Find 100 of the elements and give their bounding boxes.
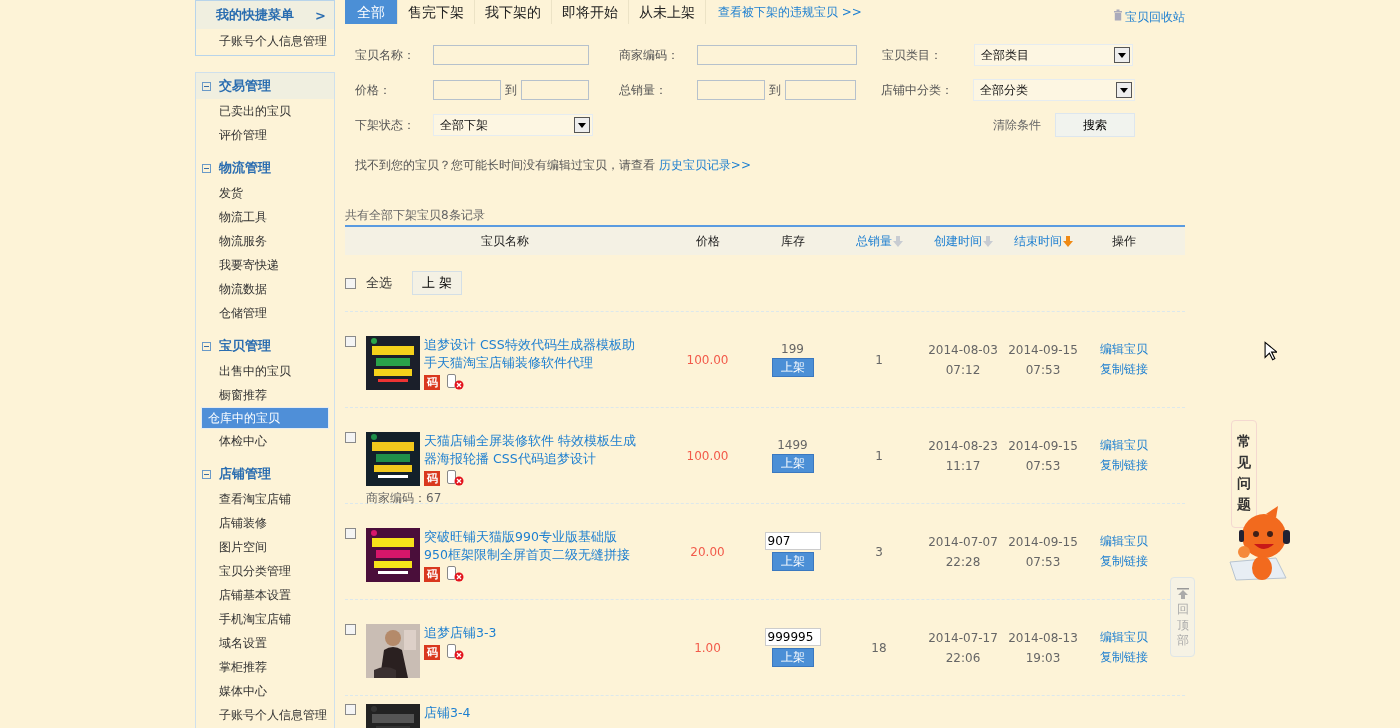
recycle-bin-link[interactable]: 宝贝回收站 — [1125, 8, 1185, 26]
sidebar-item[interactable]: 手机淘宝店铺 — [201, 607, 329, 631]
product-title-link[interactable]: 追梦店铺3-3 — [424, 624, 639, 642]
checkbox[interactable] — [345, 704, 356, 715]
input-field[interactable] — [433, 80, 501, 100]
sidebar-item[interactable]: 已卖出的宝贝 — [201, 99, 329, 123]
phone-disabled-icon — [446, 470, 464, 486]
collapse-icon[interactable] — [202, 163, 211, 173]
search-button[interactable]: 搜索 — [1055, 113, 1135, 137]
list-button[interactable]: 上 架 — [412, 271, 462, 295]
sidebar-item[interactable]: 查看淘宝店铺 — [201, 487, 329, 511]
phone-disabled-icon — [446, 374, 464, 390]
collapse-icon[interactable] — [202, 341, 211, 351]
field-label: 下架状态： — [355, 116, 416, 134]
sidebar-item[interactable]: 媒体中心 — [201, 679, 329, 703]
faq-bubble[interactable]: 常见问题 — [1231, 420, 1257, 528]
stock-input[interactable]: 999995 — [764, 628, 821, 646]
checkbox[interactable] — [345, 277, 356, 289]
caret-icon[interactable] — [574, 117, 590, 133]
shop-category-dropdown[interactable]: 全部分类 — [973, 79, 1135, 101]
sidebar-item[interactable]: 物流数据 — [201, 277, 329, 301]
action-link[interactable]: 编辑宝贝 — [1100, 629, 1148, 646]
input-field[interactable] — [697, 45, 857, 65]
sidebar-item[interactable]: 我要寄快递 — [201, 253, 329, 277]
sales-text: 3 — [874, 544, 884, 559]
sidebar-group-title[interactable]: 物流管理 — [219, 159, 271, 177]
sidebar-group-title[interactable]: 宝贝管理 — [219, 337, 271, 355]
price-text: 100.00 — [685, 352, 730, 367]
product-title-link[interactable]: 天猫店铺全屏装修软件 特效模板生成器海报轮播 CSS代码追梦设计 — [424, 432, 639, 468]
sidebar-item[interactable]: 子账号个人信息管理 — [201, 29, 329, 53]
select-all-label: 全选 — [366, 274, 392, 292]
sidebar-item[interactable]: 店铺装修 — [201, 511, 329, 535]
sidebar-item[interactable]: 图片空间 — [201, 535, 329, 559]
action-link[interactable]: 编辑宝贝 — [1100, 437, 1148, 454]
sidebar-group-title[interactable]: 店铺管理 — [219, 465, 271, 483]
sidebar-item[interactable]: 子账号个人信息管理 — [201, 703, 329, 727]
code-badge: 码 — [424, 470, 440, 486]
end-time: 2014-09-15 07:53 — [1007, 533, 1079, 571]
product-title-link[interactable]: 追梦设计 CSS特效代码生成器模板助手天猫淘宝店铺装修软件代理 — [424, 336, 639, 372]
sidebar-item[interactable]: 橱窗推荐 — [201, 383, 329, 407]
sidebar-item[interactable]: 域名设置 — [201, 631, 329, 655]
stock-text: 199 — [781, 342, 804, 356]
product-title-link[interactable]: 突破旺铺天猫版990专业版基础版950框架限制全屏首页二级无缝拼接 — [424, 528, 639, 564]
quick-menu-arrow[interactable]: > — [315, 7, 326, 23]
action-link[interactable]: 复制链接 — [1100, 457, 1148, 474]
stock-input[interactable]: 907 — [764, 532, 821, 550]
action-link[interactable]: 复制链接 — [1100, 361, 1148, 378]
tab[interactable]: 从未上架 — [629, 0, 706, 24]
clear-filters-link[interactable]: 清除条件 — [993, 116, 1041, 134]
sort-header[interactable]: 结束时间 — [1013, 232, 1073, 250]
trash-icon[interactable] — [1113, 9, 1123, 21]
sidebar-item[interactable]: 体检中心 — [201, 429, 329, 453]
quick-menu-title[interactable]: 我的快捷菜单 — [216, 6, 294, 24]
sort-arrow-icon[interactable] — [1062, 235, 1073, 247]
price-text: 20.00 — [689, 544, 726, 559]
field-label: 宝贝类目： — [882, 46, 943, 64]
collapse-icon[interactable] — [202, 81, 211, 91]
tab[interactable]: 即将开始 — [552, 0, 629, 24]
action-link[interactable]: 编辑宝贝 — [1100, 533, 1148, 550]
input-field[interactable] — [433, 45, 589, 65]
input-field[interactable] — [521, 80, 589, 100]
action-link[interactable]: 复制链接 — [1100, 553, 1148, 570]
tab[interactable]: 售完下架 — [398, 0, 475, 24]
sidebar-item[interactable]: 物流工具 — [201, 205, 329, 229]
caret-icon[interactable] — [1114, 47, 1130, 63]
sort-header[interactable]: 总销量 — [855, 232, 903, 250]
product-title-link[interactable]: 店铺3-4 — [424, 704, 639, 722]
sidebar-item[interactable]: 出售中的宝贝 — [201, 359, 329, 383]
sidebar-item[interactable]: 仓储管理 — [201, 301, 329, 325]
checkbox[interactable] — [345, 624, 356, 635]
action-link[interactable]: 复制链接 — [1100, 649, 1148, 666]
sidebar-item[interactable]: 发货 — [201, 181, 329, 205]
column-header: 价格 — [695, 233, 720, 248]
end-time: 2014-09-15 07:53 — [1007, 341, 1079, 379]
checkbox[interactable] — [345, 336, 356, 347]
code-badge: 码 — [424, 644, 440, 660]
caret-icon[interactable] — [1116, 82, 1132, 98]
field-label: 总销量： — [619, 81, 668, 99]
status-dropdown[interactable]: 全部下架 — [433, 114, 593, 136]
violation-link[interactable]: 查看被下架的违规宝贝 >> — [718, 3, 862, 21]
category-dropdown[interactable]: 全部类目 — [974, 44, 1133, 66]
sidebar-item[interactable]: 店铺基本设置 — [201, 583, 329, 607]
checkbox[interactable] — [345, 432, 356, 443]
action-link[interactable]: 编辑宝贝 — [1100, 341, 1148, 358]
sidebar-item[interactable]: 宝贝分类管理 — [201, 559, 329, 583]
column-header: 库存 — [780, 233, 805, 248]
created-time: 2014-08-23 11:17 — [927, 437, 999, 475]
checkbox[interactable] — [345, 528, 356, 539]
sidebar-item[interactable]: 掌柜推荐 — [201, 655, 329, 679]
sidebar-item[interactable]: 物流服务 — [201, 229, 329, 253]
input-field[interactable] — [785, 80, 856, 100]
input-field[interactable] — [697, 80, 765, 100]
tab[interactable]: 我下架的 — [475, 0, 552, 24]
sales-text: 1 — [874, 448, 884, 463]
stock-text: 1499 — [777, 438, 808, 452]
created-time: 2014-08-03 07:12 — [927, 341, 999, 379]
sort-header[interactable]: 创建时间 — [933, 232, 993, 250]
collapse-icon[interactable] — [202, 469, 211, 479]
history-link[interactable]: 历史宝贝记录>> — [658, 158, 751, 172]
sidebar-item[interactable]: 评价管理 — [201, 123, 329, 147]
